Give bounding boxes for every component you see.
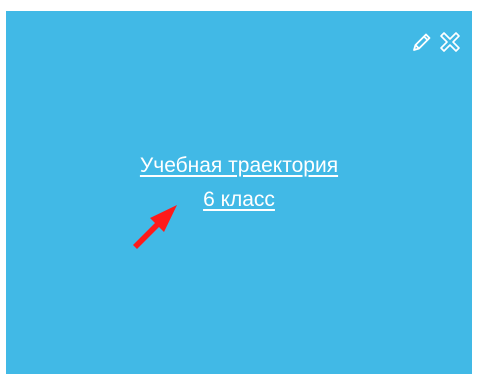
course-tile: Учебная траектория 6 класс <box>6 11 472 374</box>
course-link[interactable]: Учебная траектория 6 класс <box>6 149 472 217</box>
red-arrow-annotation <box>133 205 177 249</box>
course-link-grade: 6 класс <box>203 188 275 211</box>
course-link-title: Учебная траектория <box>139 154 339 177</box>
close-icon[interactable] <box>438 30 462 54</box>
tile-actions <box>410 30 462 54</box>
pencil-icon[interactable] <box>410 30 434 54</box>
